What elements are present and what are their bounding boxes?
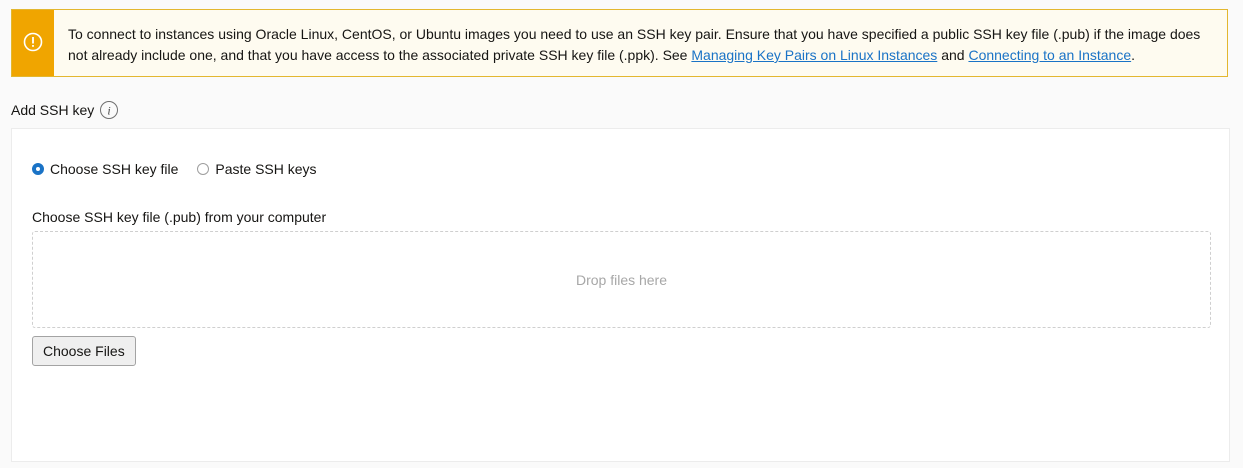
- add-ssh-key-header: Add SSH key i: [11, 100, 119, 120]
- radio-label-choose-file: Choose SSH key file: [50, 161, 179, 177]
- banner-stripe: [12, 10, 54, 76]
- connecting-instance-link[interactable]: Connecting to an Instance: [968, 47, 1131, 63]
- banner-text-after: .: [1131, 47, 1136, 63]
- svg-text:i: i: [108, 104, 111, 118]
- file-input-label: Choose SSH key file (.pub) from your com…: [32, 209, 327, 225]
- choose-files-button[interactable]: Choose Files: [32, 336, 136, 366]
- ssh-key-panel: Choose SSH key file Paste SSH keys Choos…: [11, 128, 1230, 462]
- ssh-key-source-radio-group: Choose SSH key file Paste SSH keys: [32, 161, 336, 177]
- warning-icon: [23, 32, 43, 55]
- radio-checked-icon[interactable]: [32, 163, 44, 175]
- dropzone-text: Drop files here: [575, 271, 668, 288]
- radio-choose-ssh-key-file[interactable]: Choose SSH key file: [32, 161, 178, 177]
- radio-unchecked-icon[interactable]: [197, 163, 210, 175]
- managing-key-pairs-link[interactable]: Managing Key Pairs on Linux Instances: [691, 47, 937, 63]
- radio-label-paste-keys: Paste SSH keys: [215, 161, 317, 177]
- warning-banner: To connect to instances using Oracle Lin…: [11, 9, 1228, 77]
- radio-paste-ssh-keys[interactable]: Paste SSH keys: [197, 161, 317, 177]
- file-dropzone[interactable]: Drop files here: [32, 231, 1211, 328]
- add-ssh-key-label: Add SSH key: [11, 102, 95, 118]
- info-icon[interactable]: i: [99, 100, 119, 120]
- banner-text-middle: and: [937, 47, 969, 63]
- banner-message: To connect to instances using Oracle Lin…: [54, 10, 1227, 76]
